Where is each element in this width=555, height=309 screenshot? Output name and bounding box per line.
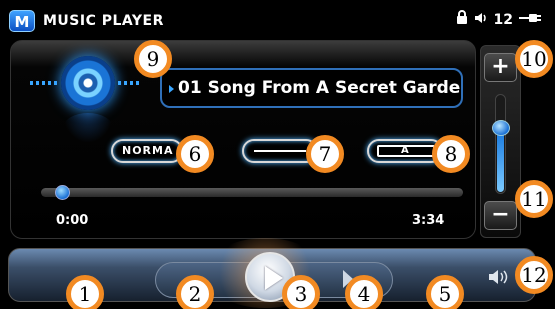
app-title: MUSIC PLAYER — [43, 13, 164, 29]
volume-fill — [497, 131, 504, 192]
disc-reflection — [63, 113, 113, 143]
title-bar: M MUSIC PLAYER 12 — [0, 0, 555, 40]
play-mode-button[interactable]: NORMA — [111, 139, 183, 163]
callout-11: 11 — [515, 180, 553, 218]
app-logo: M — [9, 10, 35, 32]
callout-8: 8 — [432, 135, 470, 173]
callout-2: 2 — [176, 275, 214, 309]
song-title: 01 Song From A Secret Garde — [178, 78, 461, 98]
plug-icon — [519, 12, 541, 28]
disc-dots-right — [118, 81, 140, 85]
callout-1: 1 — [66, 275, 104, 309]
volume-knob[interactable] — [492, 120, 510, 136]
total-time: 3:34 — [412, 213, 445, 228]
callout-6: 6 — [176, 135, 214, 173]
song-title-box[interactable]: 01 Song From A Secret Garde — [160, 68, 463, 108]
ab-repeat-label: A — [401, 145, 409, 156]
mute-speaker-icon[interactable] — [488, 268, 508, 290]
callout-10: 10 — [515, 40, 553, 78]
play-mode-label: NORMA — [122, 144, 174, 157]
volume-value: 12 — [493, 11, 513, 28]
progress-bar[interactable] — [41, 185, 463, 200]
volume-down-button[interactable]: − — [484, 201, 517, 230]
speaker-icon — [474, 11, 488, 29]
progress-knob[interactable] — [55, 185, 70, 200]
cd-disc-icon — [61, 56, 115, 110]
equalizer-line-icon — [254, 150, 306, 152]
callout-3: 3 — [282, 275, 320, 309]
callout-5: 5 — [426, 275, 464, 309]
disc-dots-left — [30, 81, 58, 85]
callout-12: 12 — [515, 256, 553, 294]
volume-up-button[interactable]: + — [484, 53, 517, 82]
callout-9: 9 — [134, 40, 172, 78]
callout-4: 4 — [345, 275, 383, 309]
volume-panel: + − — [480, 45, 521, 238]
lock-icon — [456, 10, 468, 29]
play-indicator-icon — [169, 85, 174, 93]
elapsed-time: 0:00 — [56, 213, 89, 228]
callout-7: 7 — [306, 135, 344, 173]
play-icon — [265, 266, 283, 290]
status-area: 12 — [456, 10, 541, 29]
volume-slider[interactable] — [492, 94, 510, 194]
